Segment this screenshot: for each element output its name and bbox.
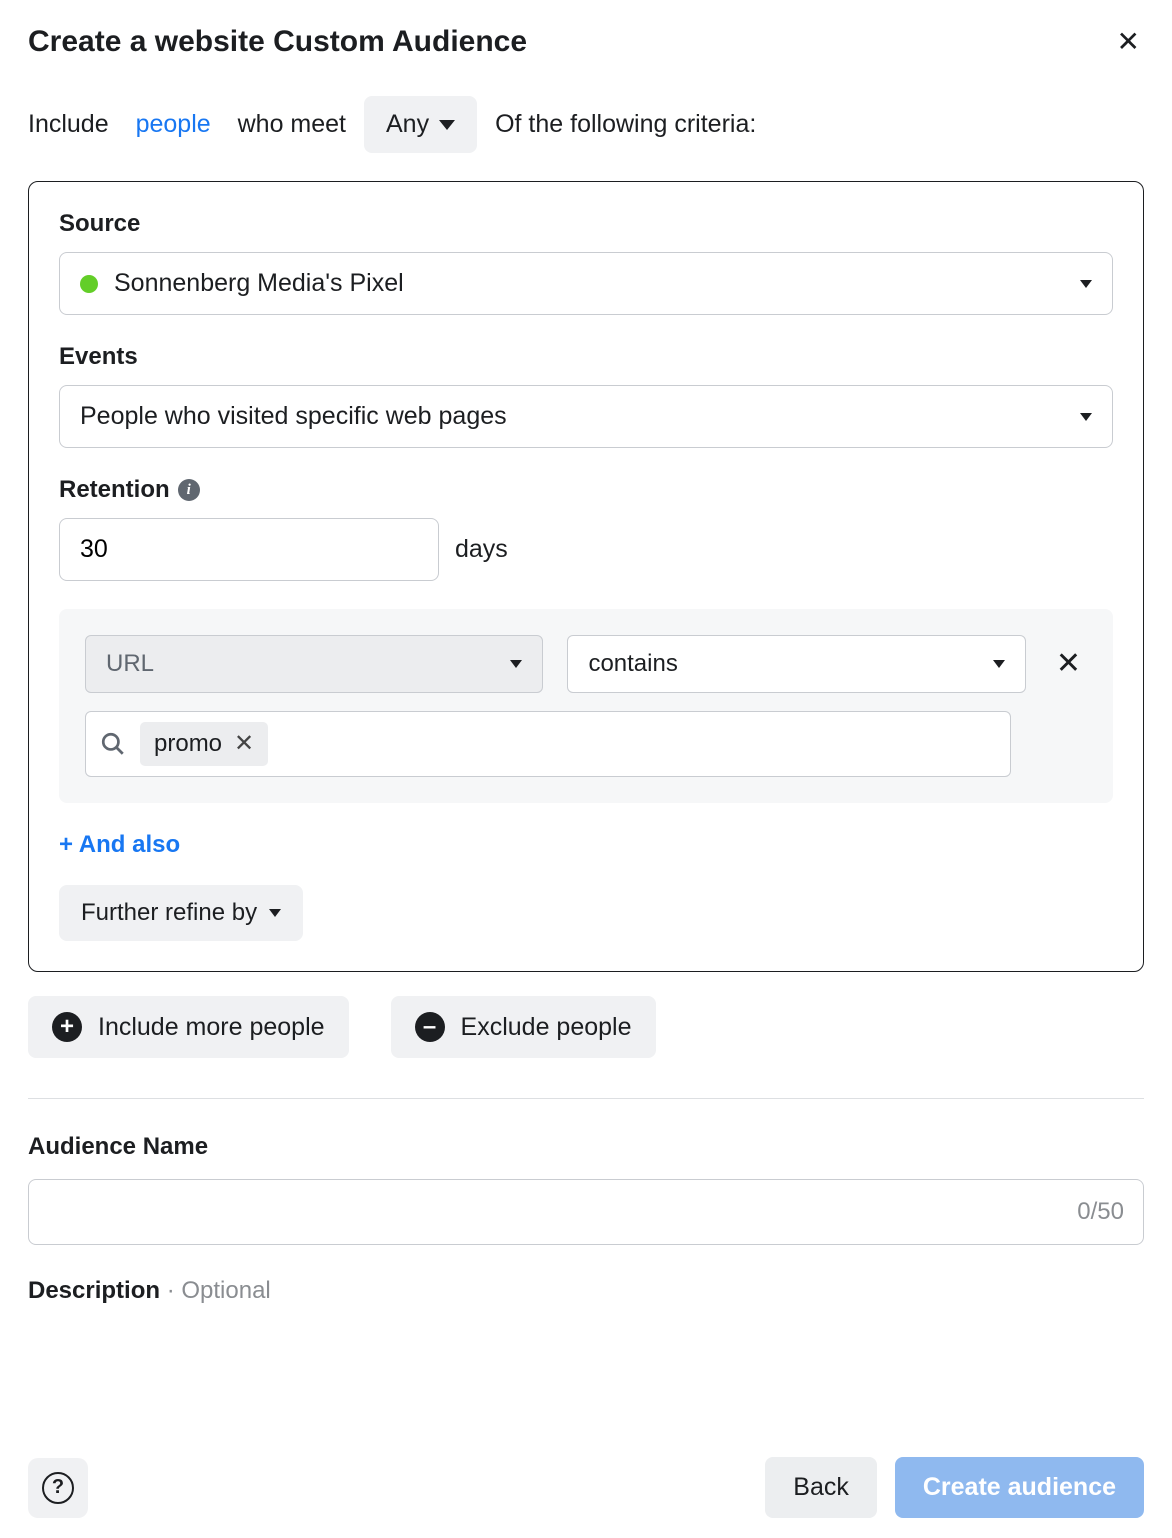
include-more-people-button[interactable]: + Include more people: [28, 996, 349, 1058]
rule-operator-value: contains: [588, 650, 677, 678]
retention-input[interactable]: [59, 518, 439, 581]
divider: [28, 1098, 1144, 1099]
close-icon[interactable]: ✕: [1113, 24, 1144, 60]
include-criteria-row: Include people who meet Any Of the follo…: [28, 96, 1144, 153]
exclude-people-button[interactable]: – Exclude people: [391, 996, 656, 1058]
help-button[interactable]: ?: [28, 1458, 88, 1518]
optional-label: Optional: [181, 1277, 270, 1304]
source-select[interactable]: Sonnenberg Media's Pixel: [59, 252, 1113, 315]
keyword-chip-label: promo: [154, 730, 222, 758]
chevron-down-icon: [993, 660, 1005, 668]
criteria-suffix: Of the following criteria:: [495, 110, 756, 139]
who-meet-text: who meet: [238, 110, 346, 139]
audience-name-label: Audience Name: [28, 1133, 1144, 1161]
page-title: Create a website Custom Audience: [28, 25, 527, 59]
events-select[interactable]: People who visited specific web pages: [59, 385, 1113, 448]
status-dot-icon: [80, 275, 98, 293]
description-label: Description: [28, 1277, 160, 1304]
further-refine-label: Further refine by: [81, 899, 257, 927]
chevron-down-icon: [439, 120, 455, 130]
events-value: People who visited specific web pages: [80, 402, 507, 431]
plus-circle-icon: +: [52, 1012, 82, 1042]
events-label: Events: [59, 343, 1113, 371]
url-rule-block: URL contains ✕ promo ✕: [59, 609, 1113, 803]
footer-bar: ? Back Create audience: [0, 1437, 1172, 1538]
include-more-label: Include more people: [98, 1013, 325, 1042]
info-icon[interactable]: i: [178, 479, 200, 501]
help-icon: ?: [42, 1472, 74, 1504]
include-prefix: Include: [28, 110, 109, 139]
keyword-input-row[interactable]: promo ✕: [85, 711, 1011, 777]
exclude-people-label: Exclude people: [461, 1013, 632, 1042]
source-value: Sonnenberg Media's Pixel: [114, 269, 404, 298]
chevron-down-icon: [269, 909, 281, 917]
rule-operator-select[interactable]: contains: [567, 635, 1025, 693]
days-label: days: [455, 535, 508, 564]
rule-field-select[interactable]: URL: [85, 635, 543, 693]
minus-circle-icon: –: [415, 1012, 445, 1042]
keyword-chip: promo ✕: [140, 722, 268, 766]
people-link[interactable]: people: [136, 110, 211, 139]
rule-field-value: URL: [106, 650, 154, 678]
create-audience-button[interactable]: Create audience: [895, 1457, 1144, 1518]
and-also-link[interactable]: + And also: [59, 831, 180, 859]
retention-label: Retention i: [59, 476, 1113, 504]
remove-keyword-icon[interactable]: ✕: [234, 732, 254, 756]
chevron-down-icon: [1080, 280, 1092, 288]
chevron-down-icon: [1080, 413, 1092, 421]
remove-rule-button[interactable]: ✕: [1050, 649, 1087, 679]
chevron-down-icon: [510, 660, 522, 668]
any-dropdown[interactable]: Any: [364, 96, 477, 153]
char-counter: 0/50: [1077, 1198, 1124, 1226]
search-icon: [100, 731, 126, 757]
keyword-text-input[interactable]: [282, 730, 996, 758]
further-refine-dropdown[interactable]: Further refine by: [59, 885, 303, 941]
source-label: Source: [59, 210, 1113, 238]
criteria-card: Source Sonnenberg Media's Pixel Events P…: [28, 181, 1144, 972]
back-button[interactable]: Back: [765, 1457, 877, 1518]
audience-name-input[interactable]: [28, 1179, 1144, 1245]
description-label-row: Description · Optional: [28, 1277, 1144, 1305]
any-dropdown-label: Any: [386, 110, 429, 139]
